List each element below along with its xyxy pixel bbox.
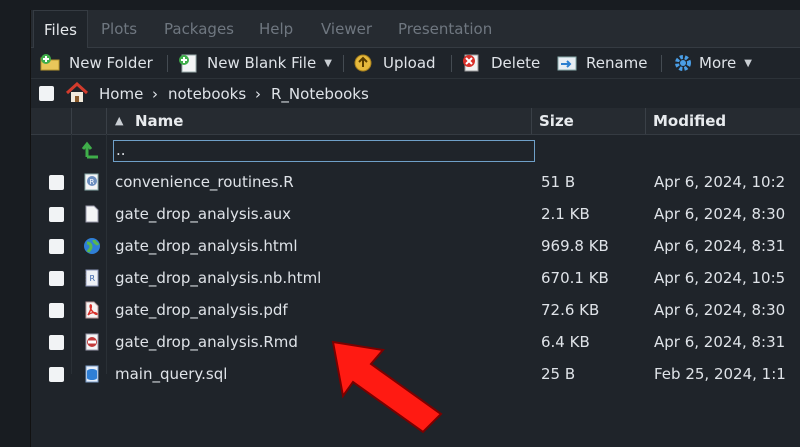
file-name-link[interactable]: gate_drop_analysis.pdf [115, 294, 288, 326]
red-pointer-arrow-icon [331, 340, 443, 434]
new-folder-label: New Folder [69, 54, 153, 72]
file-modified: Feb 25, 2024, 1:1 [654, 365, 786, 383]
file-row[interactable]: gate_drop_analysis.aux 2.1 KB Apr 6, 202… [31, 198, 800, 230]
parent-directory-row[interactable]: .. [31, 134, 800, 166]
r-notebook-icon: R [85, 269, 99, 287]
delete-label: Delete [491, 54, 541, 72]
rename-button[interactable]: Rename [556, 48, 648, 78]
file-modified: Apr 6, 2024, 8:31 [654, 237, 786, 255]
select-all-checkbox[interactable] [39, 86, 54, 101]
rename-icon [557, 56, 577, 71]
file-modified: Apr 6, 2024, 8:30 [654, 301, 786, 319]
file-name-link[interactable]: gate_drop_analysis.Rmd [115, 326, 298, 358]
file-modified: Apr 6, 2024, 10:2 [654, 173, 786, 191]
file-modified: Apr 6, 2024, 8:31 [654, 333, 786, 351]
row-checkbox[interactable] [49, 239, 64, 254]
file-name-link[interactable]: gate_drop_analysis.nb.html [115, 262, 321, 294]
upload-icon [354, 54, 372, 72]
files-pane: Files Plots Packages Help Viewer Present… [30, 10, 800, 447]
file-modified: Apr 6, 2024, 8:30 [654, 205, 786, 223]
column-name-header[interactable]: Name [135, 108, 183, 134]
upload-label: Upload [383, 54, 436, 72]
file-size: 6.4 KB [541, 333, 590, 351]
new-blank-file-button[interactable]: New Blank File ▼ [177, 48, 332, 78]
rename-label: Rename [586, 54, 648, 72]
breadcrumb: Home › notebooks › R_Notebooks [31, 79, 800, 109]
svg-text:R: R [90, 178, 95, 186]
svg-text:R: R [90, 274, 96, 283]
file-row[interactable]: gate_drop_analysis.html 969.8 KB Apr 6, … [31, 230, 800, 262]
column-divider [71, 108, 72, 134]
breadcrumb-notebooks[interactable]: notebooks [168, 85, 246, 103]
row-checkbox[interactable] [49, 175, 64, 190]
row-checkbox[interactable] [49, 271, 64, 286]
toolbar-divider [451, 55, 452, 72]
up-arrow-icon [81, 141, 98, 159]
toolbar-divider [661, 55, 662, 72]
breadcrumb-home[interactable]: Home [99, 85, 143, 103]
more-label: More [699, 54, 737, 72]
text-file-icon [85, 205, 99, 223]
file-name-link[interactable]: gate_drop_analysis.aux [115, 198, 291, 230]
column-size-header[interactable]: Size [539, 108, 574, 134]
r-script-icon: R [84, 173, 99, 191]
sql-file-icon [85, 365, 99, 383]
column-divider [106, 108, 107, 134]
tab-presentation[interactable]: Presentation [398, 10, 492, 47]
file-row[interactable]: R convenience_routines.R 51 B Apr 6, 202… [31, 166, 800, 198]
row-checkbox[interactable] [49, 207, 64, 222]
file-size: 2.1 KB [541, 205, 590, 223]
file-modified: Apr 6, 2024, 10:5 [654, 269, 786, 287]
delete-icon [463, 54, 479, 72]
breadcrumb-r-notebooks[interactable]: R_Notebooks [271, 85, 369, 103]
home-icon [65, 82, 89, 102]
file-row[interactable]: gate_drop_analysis.pdf 72.6 KB Apr 6, 20… [31, 294, 800, 326]
tab-viewer[interactable]: Viewer [321, 10, 372, 47]
file-name-link[interactable]: gate_drop_analysis.html [115, 230, 298, 262]
new-file-icon [179, 54, 197, 73]
chevron-down-icon: ▼ [324, 57, 332, 69]
toolbar-divider [167, 55, 168, 72]
tab-help[interactable]: Help [259, 10, 293, 47]
tab-files[interactable]: Files [33, 10, 88, 49]
row-checkbox[interactable] [49, 303, 64, 318]
html-globe-icon [84, 238, 100, 254]
upload-button[interactable]: Upload [353, 48, 436, 78]
new-folder-icon [40, 54, 60, 71]
breadcrumb-separator: › [255, 84, 261, 103]
file-name-link[interactable]: main_query.sql [115, 358, 227, 390]
files-toolbar: New Folder New Blank File ▼ Upload Delet… [31, 48, 800, 79]
tab-packages[interactable]: Packages [164, 10, 234, 47]
column-modified-header[interactable]: Modified [653, 108, 726, 134]
column-divider [531, 108, 532, 134]
toolbar-divider [343, 55, 344, 72]
gear-icon [675, 55, 691, 71]
delete-button[interactable]: Delete [461, 48, 540, 78]
tab-plots[interactable]: Plots [101, 10, 137, 47]
file-size: 969.8 KB [541, 237, 609, 255]
pane-tabs: Files Plots Packages Help Viewer Present… [31, 10, 800, 49]
file-row[interactable]: R gate_drop_analysis.nb.html 670.1 KB Ap… [31, 262, 800, 294]
new-blank-file-label: New Blank File [207, 54, 317, 72]
new-folder-button[interactable]: New Folder [39, 48, 153, 78]
more-button[interactable]: More ▼ [673, 48, 752, 78]
row-checkbox[interactable] [49, 335, 64, 350]
file-size: 51 B [541, 173, 576, 191]
file-name-link[interactable]: convenience_routines.R [115, 166, 294, 198]
rmarkdown-icon [85, 333, 99, 351]
parent-directory-link[interactable]: .. [113, 140, 535, 162]
file-size: 72.6 KB [541, 301, 600, 319]
chevron-down-icon: ▼ [744, 57, 752, 69]
breadcrumb-separator: › [152, 84, 158, 103]
file-size: 670.1 KB [541, 269, 609, 287]
pdf-icon [85, 301, 99, 319]
file-table-header: ▲ Name Size Modified [31, 108, 800, 135]
row-checkbox[interactable] [49, 367, 64, 382]
column-divider [645, 108, 646, 134]
file-size: 25 B [541, 365, 576, 383]
sort-ascending-icon: ▲ [115, 114, 124, 127]
